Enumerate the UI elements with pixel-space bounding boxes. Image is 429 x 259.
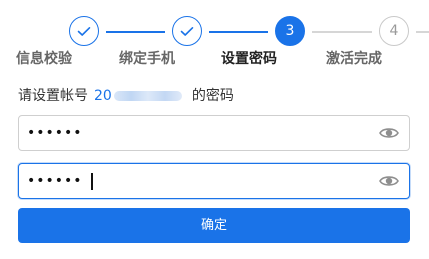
connector-1-2 [106, 31, 165, 33]
step-4-label: 激活完成 [326, 51, 382, 67]
eye-icon[interactable] [379, 172, 399, 190]
password-field[interactable] [18, 115, 410, 151]
connector-2-3 [209, 31, 268, 33]
text-caret [91, 173, 93, 190]
confirm-password-field[interactable] [18, 163, 410, 199]
step-4-number: 4 [389, 23, 399, 39]
account-number: 20 [94, 88, 112, 104]
prompt-suffix: 的密码 [191, 88, 234, 104]
step-3-number: 3 [285, 23, 295, 39]
set-password-page: 3 4 信息校验 绑定手机 设置密码 激活完成 请设置帐号 20 的密码 •••… [0, 0, 429, 259]
prompt-prefix: 请设置帐号 [18, 88, 88, 104]
step-3-circle: 3 [275, 16, 305, 46]
confirm-button[interactable]: 确定 [18, 208, 410, 243]
step-1-circle [69, 16, 99, 46]
password-input[interactable] [19, 116, 371, 150]
eye-icon[interactable] [379, 124, 399, 142]
connector-tail [416, 31, 429, 33]
connector-3-4 [312, 31, 372, 33]
account-mask [113, 91, 182, 101]
confirm-password-input[interactable] [19, 164, 371, 198]
step-2-circle [172, 16, 202, 46]
progress-stepper: 3 4 信息校验 绑定手机 设置密码 激活完成 [0, 0, 429, 80]
step-3-label: 设置密码 [221, 51, 277, 67]
step-1-label: 信息校验 [16, 51, 72, 67]
account-prompt: 请设置帐号 20 的密码 [18, 86, 234, 106]
check-icon [180, 26, 194, 36]
step-4-circle: 4 [379, 16, 409, 46]
step-2-label: 绑定手机 [119, 51, 175, 67]
check-icon [77, 26, 91, 36]
